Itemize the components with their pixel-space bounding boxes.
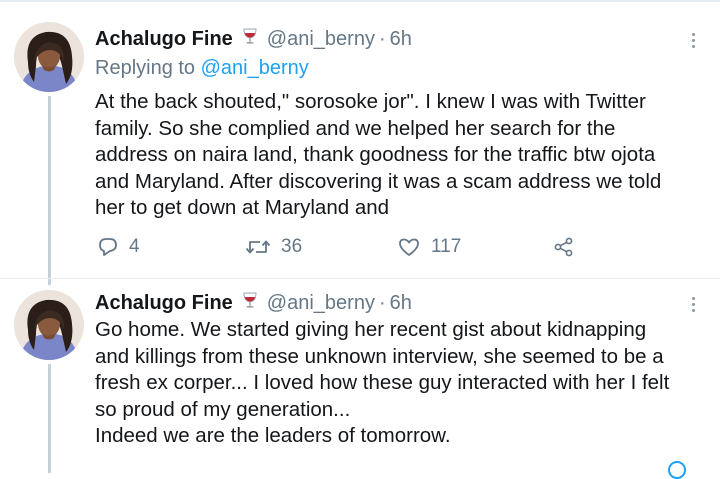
share-icon [554,237,573,257]
wine-glass-icon [241,27,259,45]
tweet-text: Go home. We started giving her recent gi… [95,317,705,450]
replying-to-label: Replying to [95,57,196,79]
replying-to: Replying to @ani_berny [95,57,309,80]
author-handle[interactable]: @ani_berny [267,28,375,51]
reply-icon [99,238,117,256]
tweet-text-line: Indeed we are the leaders of tomorrow. [95,424,451,448]
retweet-button[interactable]: 36 [245,236,302,258]
like-count: 117 [431,236,462,257]
separator-dot: · [378,28,386,50]
tweet-text-line: family. So she complied and we helped he… [95,116,616,140]
avatar-image [14,22,84,92]
heart-icon [399,238,419,256]
thread-line [48,96,51,285]
thread-line [48,364,51,473]
share-button[interactable] [553,236,585,258]
tweet-text-line: At the back shouted," sorosoke jor". I k… [95,90,646,113]
avatar[interactable] [14,290,84,360]
tweet-text-line: Go home. We started giving her recent gi… [95,318,647,341]
author-handle[interactable]: @ani_berny [267,292,375,315]
scroll-indicator [668,461,686,479]
tweet-2[interactable]: Achalugo Fine @ani_berny · 6h Go home. W… [0,279,720,479]
author-name[interactable]: Achalugo Fine [95,28,233,51]
tweet-text-line: fresh ex corper... I loved how these guy… [95,371,670,395]
timestamp[interactable]: 6h [390,292,412,315]
more-vertical-icon[interactable] [692,297,698,315]
tweet-text: At the back shouted," sorosoke jor". I k… [95,89,705,222]
separator-dot: · [378,292,386,314]
tweet-text-line: address on naira land, thank goodness fo… [95,143,656,167]
reply-button[interactable]: 4 [97,236,140,258]
avatar-image [14,290,84,360]
tweet-text-line: and killings from these unknown intervie… [95,344,664,368]
avatar[interactable] [14,22,84,92]
tweet-actions: 4 36 117 [95,236,615,262]
tweet-1[interactable]: Achalugo Fine @ani_berny · 6h Replying t… [0,0,720,285]
reply-count: 4 [129,236,140,257]
replying-to-handle[interactable]: @ani_berny [201,57,309,79]
more-vertical-icon[interactable] [692,33,698,51]
tweet-text-line: so proud of my generation... [95,397,351,421]
retweet-icon [245,240,271,254]
wine-glass-icon [241,291,259,309]
tweet-text-line: her to get down at Maryland and [95,196,390,220]
tweet-header: Achalugo Fine @ani_berny · 6h [95,291,412,315]
like-button[interactable]: 117 [397,236,461,258]
tweet-text-line: and Maryland. After discovering it was a… [95,169,662,193]
tweet-header: Achalugo Fine @ani_berny · 6h [95,27,412,51]
retweet-count: 36 [281,236,303,257]
timestamp[interactable]: 6h [390,28,412,51]
author-name[interactable]: Achalugo Fine [95,292,233,315]
